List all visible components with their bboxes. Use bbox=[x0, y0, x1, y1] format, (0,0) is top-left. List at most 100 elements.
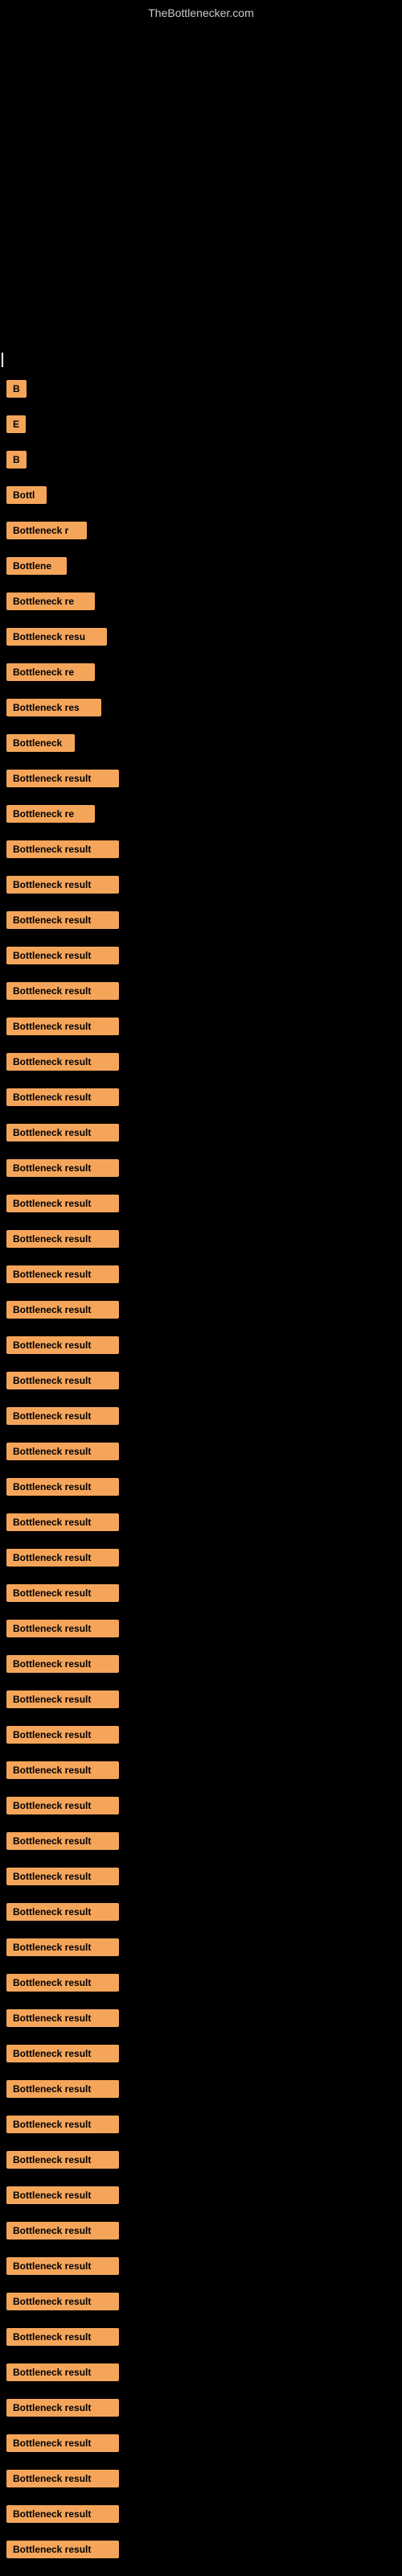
list-item[interactable]: Bottleneck result bbox=[6, 1549, 119, 1567]
list-item[interactable]: B bbox=[6, 451, 27, 469]
list-item[interactable]: Bottleneck result bbox=[6, 1265, 119, 1283]
list-item[interactable]: Bottleneck result bbox=[6, 1230, 119, 1248]
list-item[interactable]: Bottleneck result bbox=[6, 2186, 119, 2204]
bottleneck-result-label: Bottleneck result bbox=[6, 2293, 119, 2310]
bottleneck-result-label: Bottleneck result bbox=[6, 2009, 119, 2027]
list-item[interactable]: Bottleneck result bbox=[6, 1159, 119, 1177]
list-item[interactable]: Bottleneck result bbox=[6, 770, 119, 787]
bottleneck-result-label: Bottleneck result bbox=[6, 1832, 119, 1850]
bottleneck-result-label: Bottleneck result bbox=[6, 1974, 119, 1992]
list-item[interactable]: Bottleneck result bbox=[6, 1088, 119, 1106]
list-item[interactable]: Bottleneck result bbox=[6, 1832, 119, 1850]
list-item[interactable]: Bottleneck result bbox=[6, 2257, 119, 2275]
list-item[interactable]: B bbox=[6, 380, 27, 398]
list-item[interactable]: Bottleneck result bbox=[6, 2222, 119, 2240]
list-item[interactable]: Bottleneck result bbox=[6, 2541, 119, 2558]
list-item[interactable]: Bottleneck res bbox=[6, 699, 101, 716]
list-item[interactable]: Bottleneck result bbox=[6, 1372, 119, 1389]
bottleneck-result-label: Bottleneck result bbox=[6, 2470, 119, 2487]
list-item[interactable]: Bottleneck result bbox=[6, 911, 119, 929]
list-item[interactable]: Bottleneck result bbox=[6, 1868, 119, 1885]
bottleneck-result-label: Bottleneck result bbox=[6, 1478, 119, 1496]
list-item[interactable]: Bottleneck re bbox=[6, 805, 95, 823]
bottleneck-result-label: Bottleneck result bbox=[6, 2505, 119, 2523]
bottleneck-result-label: Bottleneck result bbox=[6, 1903, 119, 1921]
list-item[interactable]: Bottleneck result bbox=[6, 1690, 119, 1708]
list-item[interactable]: Bottleneck result bbox=[6, 840, 119, 858]
list-item[interactable]: Bottlene bbox=[6, 557, 67, 575]
bottleneck-result-label: Bottleneck result bbox=[6, 2222, 119, 2240]
list-item[interactable]: Bottleneck result bbox=[6, 2434, 119, 2452]
bottleneck-result-label: Bottleneck result bbox=[6, 2116, 119, 2133]
list-item[interactable]: Bottleneck result bbox=[6, 2328, 119, 2346]
list-item[interactable]: Bottleneck result bbox=[6, 1018, 119, 1035]
list-item[interactable]: Bottleneck result bbox=[6, 1584, 119, 1602]
list-item[interactable]: Bottleneck result bbox=[6, 2151, 119, 2169]
bottleneck-result-label: Bottleneck result bbox=[6, 1053, 119, 1071]
list-item[interactable]: Bottleneck result bbox=[6, 1938, 119, 1956]
list-item[interactable]: Bottleneck result bbox=[6, 1726, 119, 1744]
list-item[interactable]: Bottleneck result bbox=[6, 2505, 119, 2523]
list-item[interactable]: Bottleneck result bbox=[6, 1336, 119, 1354]
bottleneck-result-label: Bottleneck result bbox=[6, 1124, 119, 1141]
bottleneck-result-label: Bottleneck result bbox=[6, 840, 119, 858]
bottleneck-result-label: Bottleneck result bbox=[6, 1443, 119, 1460]
list-item[interactable]: Bottleneck result bbox=[6, 876, 119, 894]
list-item[interactable]: Bottleneck result bbox=[6, 1443, 119, 1460]
bottleneck-result-label: Bottleneck result bbox=[6, 1301, 119, 1319]
bottleneck-result-label: Bottleneck result bbox=[6, 2045, 119, 2062]
list-item[interactable]: Bottleneck result bbox=[6, 1620, 119, 1637]
list-item[interactable]: Bottleneck result bbox=[6, 2080, 119, 2098]
bottleneck-result-label: Bottleneck result bbox=[6, 1690, 119, 1708]
bottleneck-result-label: Bottleneck result bbox=[6, 2257, 119, 2275]
list-item[interactable]: Bottleneck r bbox=[6, 522, 87, 539]
bottleneck-result-label: Bottleneck result bbox=[6, 2541, 119, 2558]
list-item[interactable]: Bottleneck result bbox=[6, 2470, 119, 2487]
list-item[interactable]: Bottl bbox=[6, 486, 47, 504]
bottleneck-result-label: B bbox=[6, 451, 27, 469]
list-item[interactable]: Bottleneck result bbox=[6, 2399, 119, 2417]
bottleneck-result-label: Bottleneck re bbox=[6, 663, 95, 681]
list-item[interactable]: Bottleneck re bbox=[6, 663, 95, 681]
list-item[interactable]: Bottleneck result bbox=[6, 1797, 119, 1814]
bottleneck-result-label: Bottleneck result bbox=[6, 982, 119, 1000]
list-item[interactable]: Bottleneck result bbox=[6, 1903, 119, 1921]
bottleneck-result-label: Bottleneck result bbox=[6, 1513, 119, 1531]
bottleneck-result-label: Bottleneck r bbox=[6, 522, 87, 539]
list-item[interactable]: Bottleneck result bbox=[6, 1478, 119, 1496]
list-item[interactable]: Bottleneck result bbox=[6, 1974, 119, 1992]
list-item[interactable]: Bottleneck bbox=[6, 734, 75, 752]
list-item[interactable]: Bottleneck result bbox=[6, 1655, 119, 1673]
list-item[interactable]: Bottleneck result bbox=[6, 1301, 119, 1319]
bottleneck-result-label: Bottleneck result bbox=[6, 2399, 119, 2417]
list-item[interactable]: Bottleneck result bbox=[6, 2045, 119, 2062]
bottleneck-result-label: Bottleneck result bbox=[6, 2328, 119, 2346]
bottleneck-result-label: Bottleneck result bbox=[6, 911, 119, 929]
bottleneck-result-label: Bottleneck bbox=[6, 734, 75, 752]
list-item[interactable]: Bottleneck result bbox=[6, 2293, 119, 2310]
list-item[interactable]: Bottleneck result bbox=[6, 2363, 119, 2381]
list-item[interactable]: Bottleneck resu bbox=[6, 628, 107, 646]
list-item[interactable]: Bottleneck result bbox=[6, 947, 119, 964]
bottleneck-result-label: Bottleneck result bbox=[6, 1938, 119, 1956]
bottleneck-result-label: Bottleneck result bbox=[6, 2151, 119, 2169]
list-item[interactable]: Bottleneck result bbox=[6, 2116, 119, 2133]
list-item[interactable]: Bottleneck result bbox=[6, 1513, 119, 1531]
list-item[interactable]: E bbox=[6, 415, 26, 433]
list-item[interactable]: Bottleneck result bbox=[6, 1407, 119, 1425]
list-item[interactable]: Bottleneck re bbox=[6, 592, 95, 610]
list-item[interactable]: Bottleneck result bbox=[6, 1761, 119, 1779]
list-item[interactable]: Bottleneck result bbox=[6, 1195, 119, 1212]
list-item[interactable]: Bottleneck result bbox=[6, 1124, 119, 1141]
bottleneck-result-label: Bottleneck re bbox=[6, 805, 95, 823]
list-item[interactable]: Bottleneck result bbox=[6, 1053, 119, 1071]
list-item[interactable]: Bottleneck result bbox=[6, 982, 119, 1000]
bottleneck-result-label: Bottleneck re bbox=[6, 592, 95, 610]
bottleneck-result-label: Bottleneck result bbox=[6, 1159, 119, 1177]
bottleneck-result-label: Bottleneck result bbox=[6, 1620, 119, 1637]
list-item[interactable]: Bottleneck result bbox=[6, 2009, 119, 2027]
bottleneck-result-label: Bottleneck result bbox=[6, 1336, 119, 1354]
bottleneck-result-label: Bottleneck result bbox=[6, 1372, 119, 1389]
bottleneck-result-label: Bottleneck result bbox=[6, 770, 119, 787]
bottleneck-result-label: Bottleneck result bbox=[6, 1195, 119, 1212]
